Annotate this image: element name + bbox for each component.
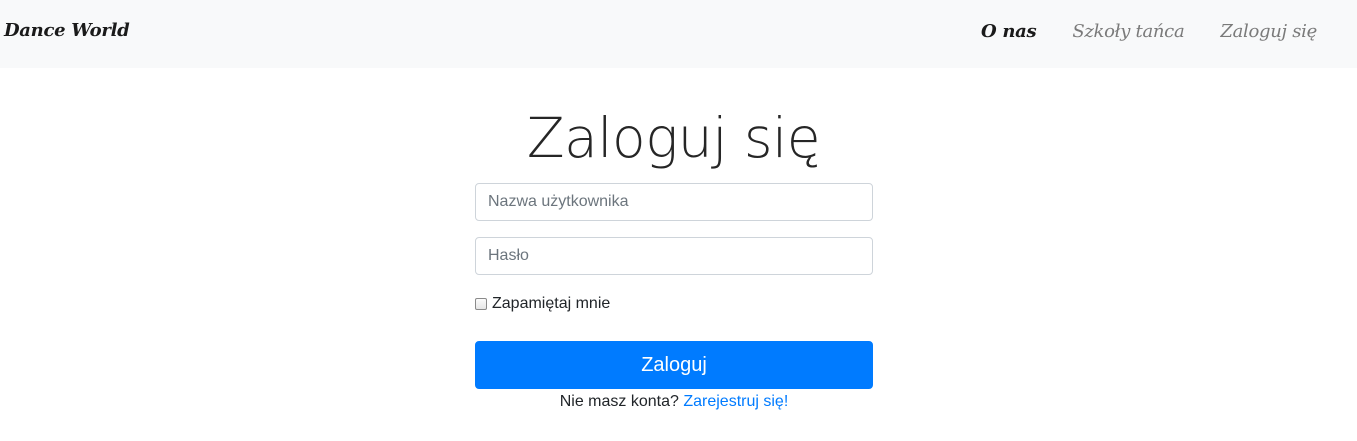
- remember-me-row: Zapamiętaj mnie: [475, 295, 873, 313]
- page-title: Zaloguj się: [526, 106, 821, 170]
- brand-logo[interactable]: Dance World: [4, 20, 130, 41]
- remember-me-checkbox[interactable]: [475, 298, 487, 310]
- remember-me-label[interactable]: Zapamiętaj mnie: [492, 295, 610, 313]
- nav-links: O nas Szkoły tańca Zaloguj się: [981, 21, 1317, 42]
- login-button[interactable]: Zaloguj: [475, 341, 873, 389]
- nav-link-login[interactable]: Zaloguj się: [1220, 21, 1317, 42]
- password-input[interactable]: [475, 237, 873, 275]
- nav-link-about[interactable]: O nas: [981, 21, 1037, 42]
- username-input[interactable]: [475, 183, 873, 221]
- register-prompt: Nie masz konta? Zarejestruj się!: [475, 393, 873, 411]
- login-form: Zapamiętaj mnie Zaloguj Nie masz konta? …: [475, 183, 873, 411]
- no-account-text: Nie masz konta?: [559, 393, 679, 410]
- main-content: Zaloguj się Zapamiętaj mnie Zaloguj Nie …: [0, 68, 1357, 441]
- nav-link-dance-schools[interactable]: Szkoły tańca: [1072, 21, 1184, 42]
- navbar: Dance World O nas Szkoły tańca Zaloguj s…: [0, 0, 1357, 68]
- register-link[interactable]: Zarejestruj się!: [683, 393, 788, 410]
